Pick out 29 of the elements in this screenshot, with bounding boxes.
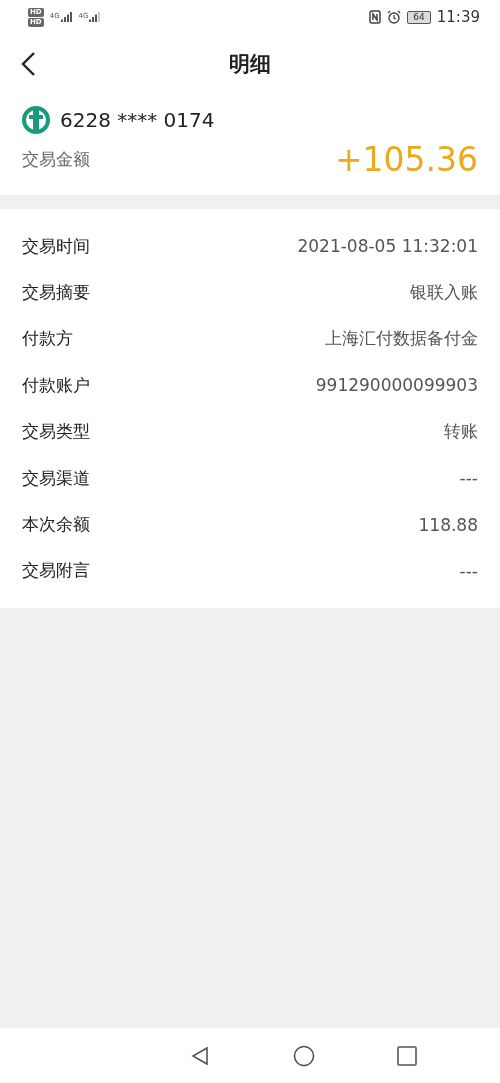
detail-value: 991290000099903 [315, 375, 478, 396]
detail-label: 付款账户 [22, 373, 90, 397]
detail-value: 转账 [444, 420, 478, 444]
clock-time: 11:39 [436, 8, 480, 26]
detail-label: 交易摘要 [22, 281, 90, 305]
recents-button[interactable] [396, 1045, 417, 1066]
detail-label: 交易时间 [22, 234, 90, 258]
detail-value: 2021-08-05 11:32:01 [297, 236, 478, 257]
alarm-icon [387, 10, 402, 24]
card-number: 6228 **** 0174 [60, 108, 215, 132]
detail-label: 付款方 [22, 327, 73, 351]
detail-value: 银联入账 [410, 281, 478, 305]
detail-value: 上海汇付数据备付金 [325, 327, 478, 351]
nfc-icon [369, 10, 382, 24]
amount-value: +105.36 [334, 140, 478, 179]
amount-label: 交易金额 [22, 148, 90, 171]
page-title: 明细 [229, 51, 271, 78]
detail-value: --- [459, 560, 478, 581]
detail-value: 118.88 [418, 514, 478, 535]
detail-label: 本次余额 [22, 513, 90, 537]
signal-icon [60, 12, 73, 22]
detail-label: 交易类型 [22, 420, 90, 444]
detail-label: 交易渠道 [22, 466, 90, 490]
signal-icon [89, 12, 102, 22]
detail-value: --- [459, 468, 478, 489]
detail-label: 交易附言 [22, 559, 90, 583]
battery-level: 64 [407, 10, 431, 24]
bank-logo-icon [22, 106, 50, 134]
home-button[interactable] [292, 1044, 315, 1067]
